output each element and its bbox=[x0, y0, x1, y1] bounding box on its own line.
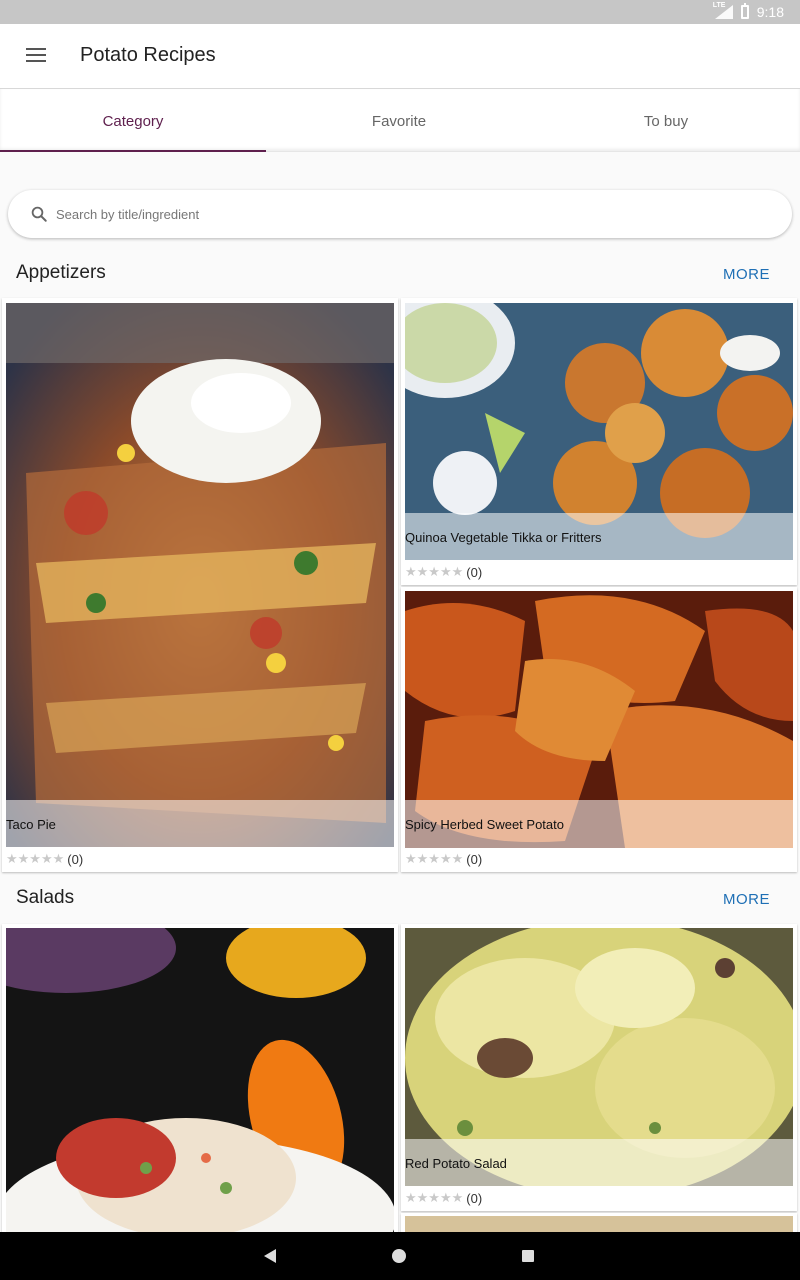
recipe-image bbox=[6, 303, 394, 847]
search-bar[interactable] bbox=[8, 190, 792, 238]
recipe-image bbox=[6, 928, 394, 1244]
home-icon[interactable] bbox=[392, 1249, 406, 1263]
recipe-rating: ★★★★★ (0) bbox=[405, 561, 482, 583]
menu-icon[interactable] bbox=[26, 48, 46, 64]
signal-icon: LTE bbox=[713, 2, 733, 19]
status-bar: LTE 9:18 bbox=[0, 0, 800, 24]
clock: 9:18 bbox=[756, 4, 784, 20]
tab-category[interactable]: Category bbox=[0, 89, 266, 153]
search-input[interactable] bbox=[56, 198, 776, 230]
recipe-card-red-potato-salad[interactable]: Red Potato Salad ★★★★★ (0) bbox=[401, 924, 797, 1211]
status-icons: LTE 9:18 bbox=[713, 2, 784, 21]
rating-count: (0) bbox=[466, 1190, 483, 1206]
app-bar: Potato Recipes bbox=[0, 24, 800, 88]
tab-favorite[interactable]: Favorite bbox=[266, 89, 532, 153]
tab-to-buy[interactable]: To buy bbox=[533, 89, 799, 153]
recipe-card-quinoa-fritters[interactable]: Quinoa Vegetable Tikka or Fritters ★★★★★… bbox=[401, 298, 797, 585]
salads-more-button[interactable]: MORE bbox=[723, 891, 770, 908]
appetizers-more-button[interactable]: MORE bbox=[723, 266, 770, 283]
rating-count: (0) bbox=[67, 851, 84, 867]
recipe-card-spicy-sweet-potato[interactable]: Spicy Herbed Sweet Potato ★★★★★ (0) bbox=[401, 587, 797, 872]
section-title-salads: Salads bbox=[16, 887, 75, 908]
recipe-title: Spicy Herbed Sweet Potato bbox=[401, 800, 797, 848]
recipe-rating: ★★★★★ (0) bbox=[405, 1187, 482, 1209]
rating-stars-icon: ★★★★★ bbox=[405, 851, 464, 866]
rating-stars-icon: ★★★★★ bbox=[405, 1190, 464, 1205]
section-title-appetizers: Appetizers bbox=[16, 262, 106, 283]
app-screen: LTE 9:18 Potato Recipes Category Favorit… bbox=[0, 0, 800, 1280]
recipe-title: Taco Pie bbox=[2, 800, 398, 848]
recipe-card-taco-pie[interactable]: Taco Pie ★★★★★ (0) bbox=[2, 298, 398, 872]
recipe-rating: ★★★★★ (0) bbox=[6, 848, 83, 870]
tab-indicator bbox=[0, 150, 266, 152]
search-icon bbox=[31, 206, 47, 222]
rating-stars-icon: ★★★★★ bbox=[6, 851, 65, 866]
recipe-title: Red Potato Salad bbox=[401, 1139, 797, 1187]
salad-photo bbox=[6, 928, 394, 1244]
recipe-rating: ★★★★★ (0) bbox=[405, 848, 482, 870]
taco-pie-photo bbox=[6, 303, 394, 847]
rating-count: (0) bbox=[466, 851, 483, 867]
recent-apps-icon[interactable] bbox=[522, 1250, 534, 1262]
battery-icon bbox=[740, 3, 749, 19]
recipe-title: Quinoa Vegetable Tikka or Fritters bbox=[401, 513, 797, 561]
system-nav-bar bbox=[0, 1232, 800, 1280]
app-title: Potato Recipes bbox=[80, 44, 216, 66]
back-icon[interactable] bbox=[264, 1249, 276, 1263]
rating-count: (0) bbox=[466, 564, 483, 580]
recipe-card-salad[interactable] bbox=[2, 924, 398, 1244]
rating-stars-icon: ★★★★★ bbox=[405, 564, 464, 579]
tab-bar: Category Favorite To buy bbox=[0, 88, 800, 152]
